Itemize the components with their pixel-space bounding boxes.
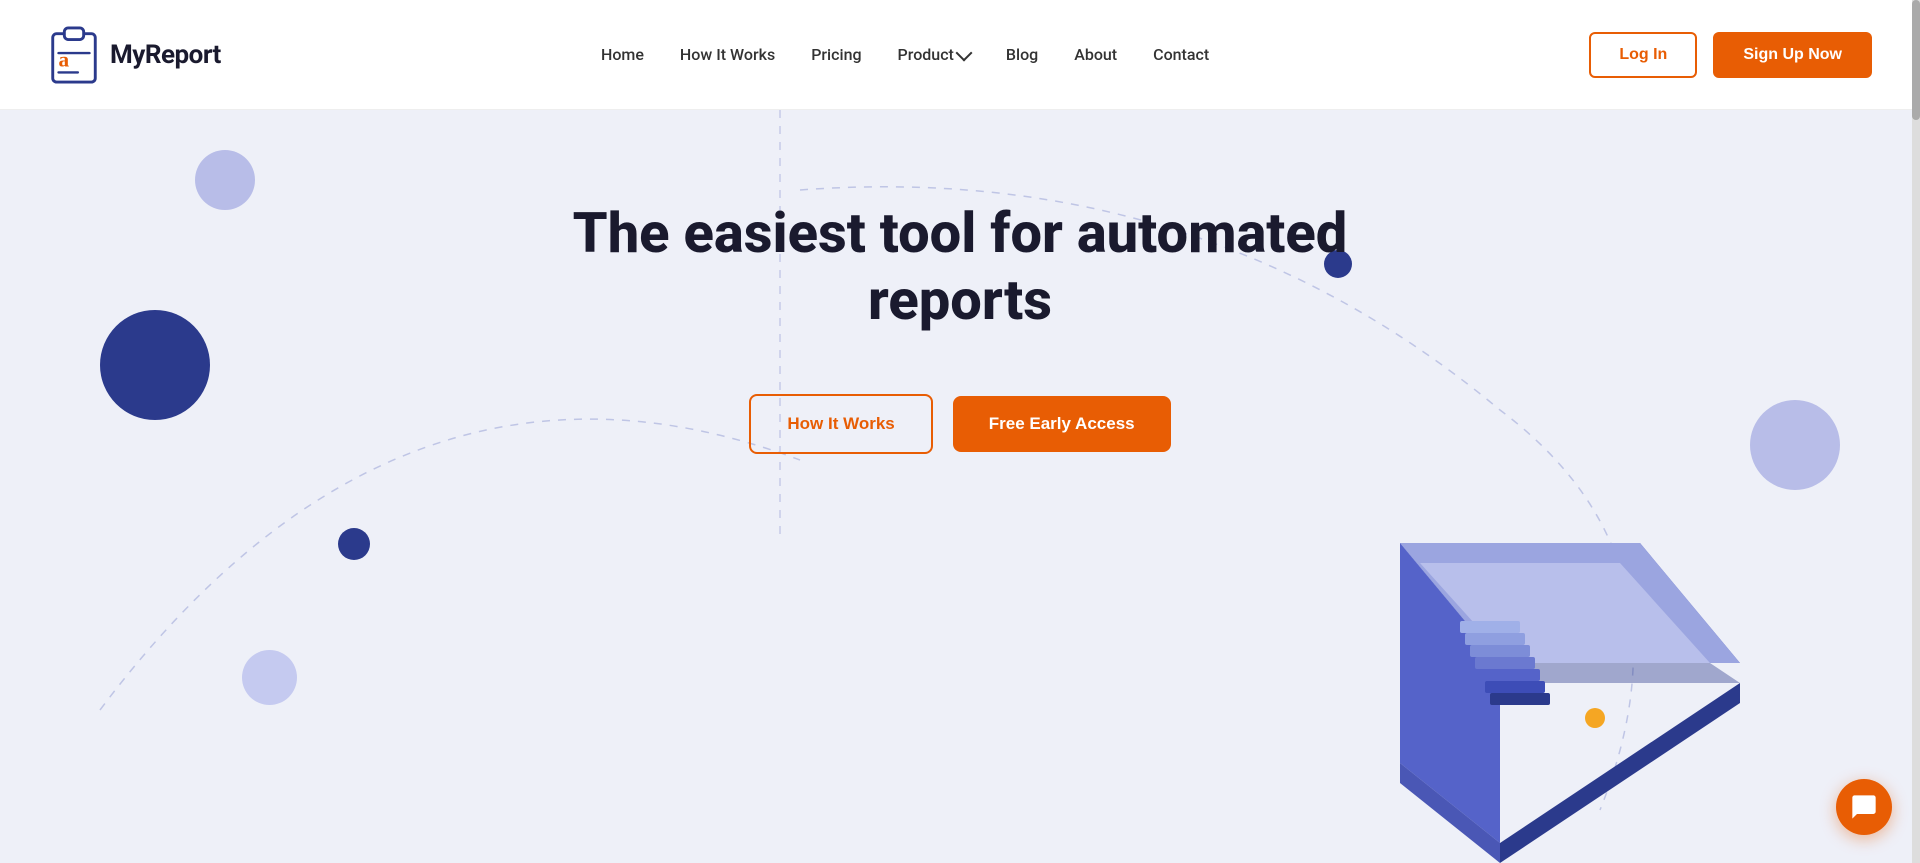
hero-buttons: How It Works Free Early Access [749,394,1170,454]
nav-link-how-it-works[interactable]: How It Works [680,45,775,64]
chat-icon [1850,793,1878,821]
hero-title: The easiest tool for automated reports [573,200,1348,334]
nav-link-home[interactable]: Home [601,45,644,64]
decorative-circle-2 [100,310,210,420]
logo-link[interactable]: a MyReport [48,26,221,84]
nav-item-how-it-works[interactable]: How It Works [680,45,775,64]
logo-text: MyReport [110,40,221,70]
decorative-circle-4 [242,650,297,705]
chevron-down-icon [955,44,972,61]
nav-item-blog[interactable]: Blog [1006,45,1038,64]
nav-links: Home How It Works Pricing Product Blog A… [601,45,1209,64]
hero-title-line2: reports [868,267,1052,333]
how-it-works-button[interactable]: How It Works [749,394,932,454]
nav-item-home[interactable]: Home [601,45,644,64]
hero-illustration [1260,483,1780,863]
signup-button[interactable]: Sign Up Now [1713,32,1872,78]
svg-text:a: a [59,47,70,71]
chat-button[interactable] [1836,779,1892,835]
navbar: a MyReport Home How It Works Pricing Pro… [0,0,1920,110]
nav-link-contact[interactable]: Contact [1153,45,1209,64]
nav-actions: Log In Sign Up Now [1589,32,1872,78]
hero-title-line1: The easiest tool for automated [573,200,1348,266]
nav-item-pricing[interactable]: Pricing [811,45,861,64]
free-early-access-button[interactable]: Free Early Access [953,396,1171,452]
nav-link-blog[interactable]: Blog [1006,45,1038,64]
nav-link-about[interactable]: About [1074,45,1117,64]
decorative-circle-6 [1750,400,1840,490]
nav-item-product[interactable]: Product [898,45,970,64]
decorative-circle-3 [338,528,370,560]
nav-link-pricing[interactable]: Pricing [811,45,861,64]
hero-section: The easiest tool for automated reports H… [0,110,1920,863]
logo-icon: a [48,26,100,84]
nav-item-contact[interactable]: Contact [1153,45,1209,64]
nav-item-about[interactable]: About [1074,45,1117,64]
nav-link-product[interactable]: Product [898,45,970,64]
scroll-thumb[interactable] [1912,0,1920,120]
scrollbar[interactable] [1912,0,1920,863]
decorative-circle-1 [195,150,255,210]
login-button[interactable]: Log In [1589,32,1697,78]
